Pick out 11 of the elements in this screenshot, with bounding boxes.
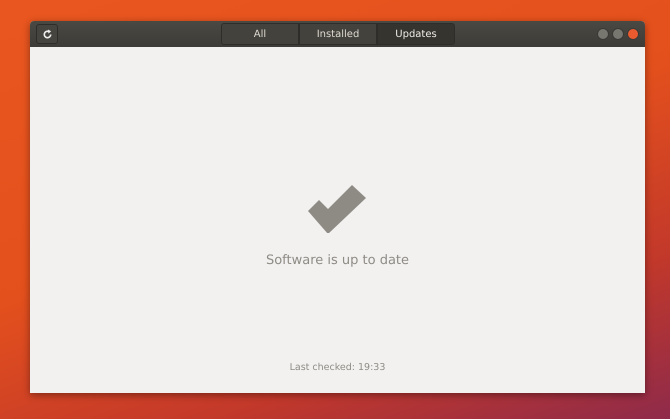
last-checked-text: Last checked: 19:33	[290, 362, 386, 373]
view-tab[interactable]: All	[221, 23, 299, 45]
close-button[interactable]	[627, 28, 639, 40]
view-tab[interactable]: Updates	[377, 23, 455, 45]
status-message: Software is up to date	[266, 253, 410, 268]
refresh-icon	[42, 28, 52, 40]
refresh-button[interactable]	[36, 24, 58, 44]
view-tab[interactable]: Installed	[299, 23, 377, 45]
minimize-button[interactable]	[597, 28, 609, 40]
checkmark-icon	[308, 185, 368, 233]
maximize-button[interactable]	[612, 28, 624, 40]
